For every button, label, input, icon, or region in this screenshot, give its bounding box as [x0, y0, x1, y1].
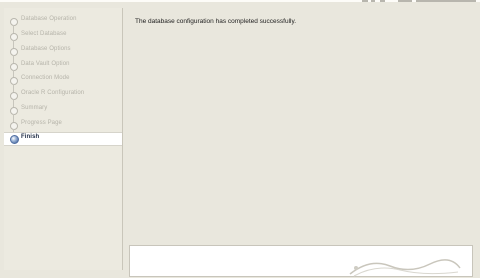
step-label: Database Operation — [21, 16, 77, 22]
step-label: Select Database — [21, 31, 67, 37]
step-oracle-r-configuration[interactable]: Oracle R Configuration — [4, 89, 122, 109]
step-label: Progress Page — [21, 120, 62, 126]
main-content: The database configuration has completed… — [123, 8, 480, 277]
step-label: Oracle R Configuration — [21, 90, 85, 96]
header-decoration — [362, 0, 480, 3]
step-done-icon — [10, 63, 18, 71]
step-label: Summary — [21, 105, 48, 111]
step-done-icon — [10, 33, 18, 41]
brand-swirl-graphic — [349, 259, 461, 277]
step-finish[interactable]: Finish — [4, 132, 122, 146]
step-label: Finish — [21, 134, 40, 140]
step-done-icon — [10, 77, 18, 85]
wizard-steps-panel: Database Operation Select Database Datab… — [4, 8, 123, 270]
step-select-database[interactable]: Select Database — [4, 30, 122, 50]
step-label: Database Options — [21, 46, 71, 52]
step-current-icon — [10, 135, 19, 144]
step-data-vault-option[interactable]: Data Vault Option — [4, 60, 122, 80]
step-summary[interactable]: Summary — [4, 104, 122, 124]
step-done-icon — [10, 107, 18, 115]
step-label: Data Vault Option — [21, 61, 70, 67]
step-done-icon — [10, 18, 18, 26]
step-database-operation[interactable]: Database Operation — [4, 15, 122, 35]
step-done-icon — [10, 48, 18, 56]
step-connection-mode[interactable]: Connection Mode — [4, 74, 122, 94]
step-done-icon — [10, 92, 18, 100]
bottom-panel — [129, 245, 473, 277]
step-label: Connection Mode — [21, 75, 70, 81]
completion-message: The database configuration has completed… — [135, 18, 297, 25]
step-progress-page[interactable]: Progress Page — [4, 119, 122, 139]
step-done-icon — [10, 122, 18, 130]
step-database-options[interactable]: Database Options — [4, 45, 122, 65]
